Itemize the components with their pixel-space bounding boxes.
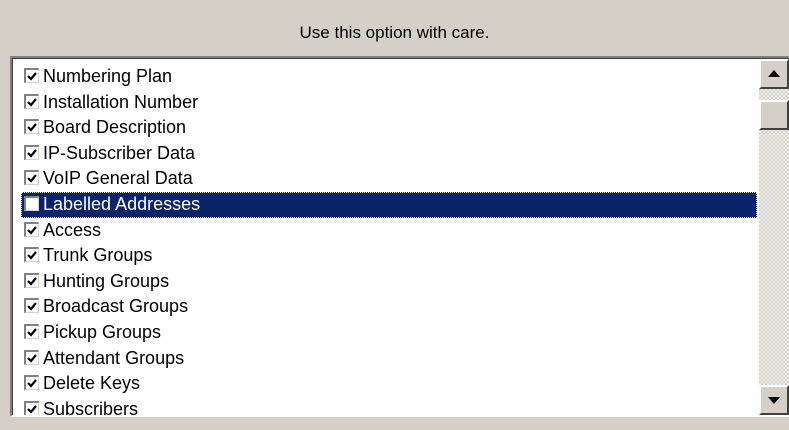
list-item-label: Attendant Groups (43, 347, 185, 368)
check-icon (27, 277, 37, 286)
list-item-label: Trunk Groups (43, 245, 153, 266)
list-item[interactable]: Labelled Addresses (21, 191, 757, 218)
check-icon (27, 251, 37, 260)
list-item[interactable]: VoIP General Data (21, 166, 757, 192)
checkbox[interactable] (24, 323, 39, 339)
checkbox[interactable] (24, 93, 39, 109)
list-item[interactable]: Attendant Groups (21, 346, 757, 372)
checkbox[interactable] (24, 221, 39, 237)
checkbox[interactable] (24, 298, 39, 314)
checkbox[interactable] (24, 400, 39, 415)
check-icon (27, 149, 37, 158)
checkbox[interactable] (24, 195, 39, 211)
check-icon (27, 328, 37, 337)
list-item[interactable]: Broadcast Groups (21, 294, 757, 320)
checklist-box: Numbering Plan Installation Number Board… (10, 56, 789, 417)
list-item[interactable]: Hunting Groups (21, 269, 757, 295)
list-item-label: Access (43, 219, 102, 240)
warning-note: Use this option with care. (299, 23, 490, 42)
checklist-items: Numbering Plan Installation Number Board… (21, 64, 757, 415)
arrow-up-icon (768, 70, 780, 77)
list-item-label: IP-Subscriber Data (43, 142, 196, 163)
checklist-viewport: Numbering Plan Installation Number Board… (12, 58, 789, 415)
scroll-down-button[interactable] (759, 385, 789, 415)
list-item[interactable]: Trunk Groups (21, 243, 757, 269)
list-item[interactable]: Subscribers (21, 397, 757, 415)
list-item-label: VoIP General Data (43, 168, 193, 189)
vertical-scrollbar[interactable] (759, 59, 789, 415)
check-icon (27, 302, 37, 311)
list-item-label: Board Description (43, 117, 187, 138)
list-item[interactable]: Installation Number (21, 90, 757, 116)
list-item-label: Delete Keys (43, 373, 141, 394)
list-item[interactable]: Access (21, 218, 757, 244)
checkbox[interactable] (24, 375, 39, 391)
list-item[interactable]: Numbering Plan (21, 64, 757, 90)
check-icon (27, 72, 37, 81)
check-icon (27, 123, 37, 132)
list-item-label: Broadcast Groups (43, 296, 189, 317)
list-item[interactable]: Pickup Groups (21, 320, 757, 346)
scroll-up-button[interactable] (759, 59, 789, 89)
list-item[interactable]: Delete Keys (21, 371, 757, 397)
list-item-label: Pickup Groups (43, 321, 162, 342)
list-item-label: Labelled Addresses (43, 193, 201, 214)
checkbox[interactable] (24, 144, 39, 160)
list-item[interactable]: IP-Subscriber Data (21, 141, 757, 167)
checkbox[interactable] (24, 247, 39, 263)
check-icon (27, 174, 37, 184)
list-item-label: Installation Number (43, 91, 199, 112)
checkbox[interactable] (24, 170, 39, 186)
list-item[interactable]: Board Description (21, 115, 757, 141)
checkbox[interactable] (24, 68, 39, 83)
list-item-label: Hunting Groups (43, 270, 170, 291)
check-icon (27, 379, 37, 388)
list-item-label: Numbering Plan (43, 66, 173, 86)
check-icon (27, 353, 37, 363)
check-icon (27, 225, 37, 235)
list-item-label: Subscribers (43, 398, 139, 415)
scroll-thumb[interactable] (759, 99, 789, 130)
checkbox[interactable] (24, 272, 39, 288)
check-icon (27, 405, 37, 414)
checkbox[interactable] (24, 119, 39, 135)
check-icon (27, 97, 37, 107)
checkbox[interactable] (24, 349, 39, 365)
arrow-down-icon (768, 397, 780, 404)
